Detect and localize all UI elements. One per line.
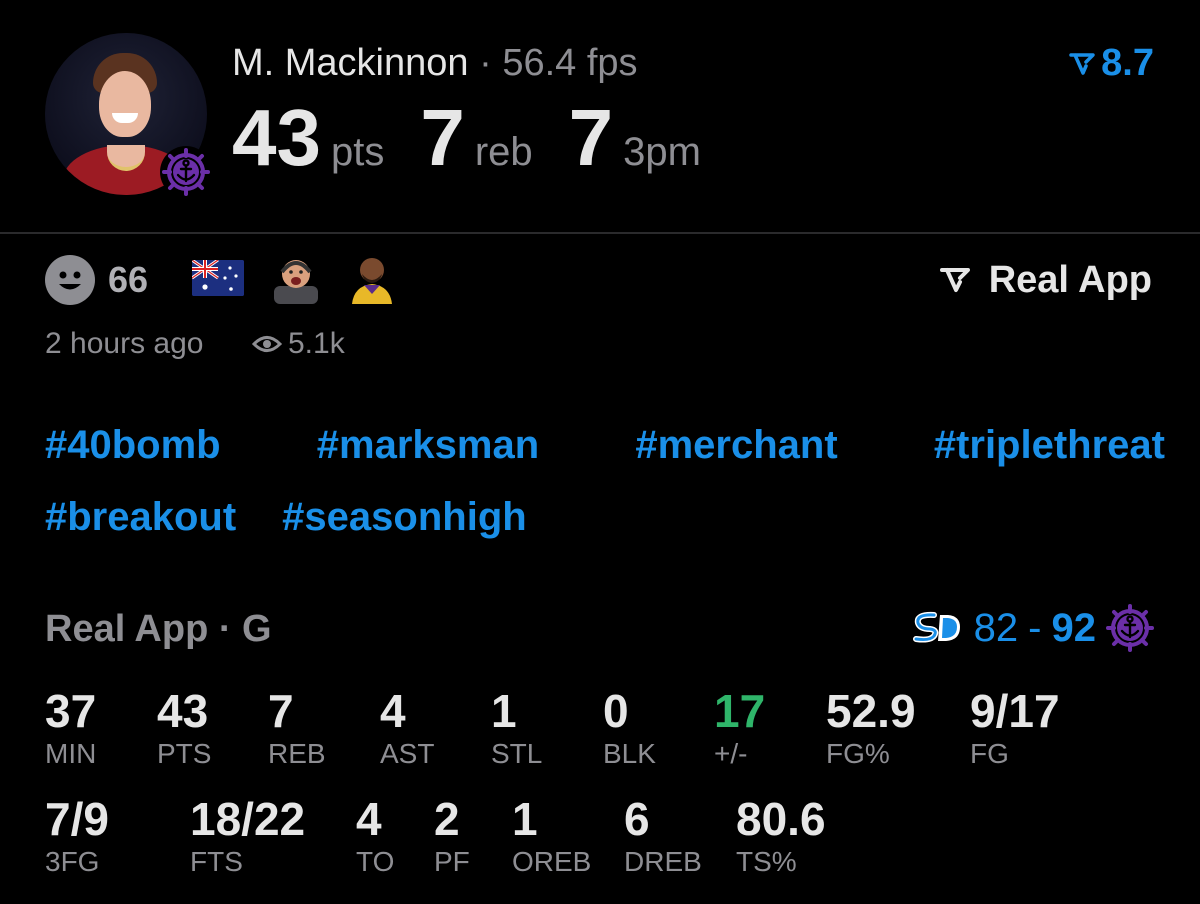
stat-value: 4 — [380, 685, 406, 737]
team-logo-icon — [160, 146, 212, 198]
stat-oreb: 1 OREB — [512, 794, 591, 878]
stat-label: BLK — [603, 738, 656, 769]
stat-value: 43 — [157, 685, 209, 737]
view-count-value: 5.1k — [288, 327, 345, 360]
hashtag[interactable]: #merchant — [635, 416, 837, 474]
san-diego-logo-icon — [912, 611, 960, 643]
game-score[interactable]: 82-92 — [912, 604, 1154, 652]
reaction-player-emoji[interactable] — [344, 252, 400, 304]
stat-value: 1 — [512, 793, 538, 845]
reaction-face-emoji[interactable] — [268, 252, 324, 304]
stat-ts-pct: 80.6 TS% — [736, 794, 826, 878]
stat-value: 9/17 — [970, 685, 1060, 737]
stat-label: DREB — [624, 846, 702, 877]
stat-value: 37 — [45, 685, 97, 737]
team-logo-icon — [1106, 604, 1154, 652]
hashtag[interactable]: #seasonhigh — [282, 488, 527, 546]
rating-badge[interactable]: 8.7 — [1069, 42, 1154, 85]
title-separator: · — [479, 42, 492, 84]
hashtag[interactable]: #40bomb — [45, 416, 221, 474]
stat-label: 3FG — [45, 846, 100, 877]
hashtag-row: #40bomb #marksman #merchant #triplethrea… — [45, 416, 1165, 474]
stat-value: 7 — [268, 685, 294, 737]
header-divider — [0, 232, 1200, 234]
real-app-link[interactable]: Real App — [939, 258, 1152, 302]
stat-pf: 2 PF — [434, 794, 470, 878]
stat-label: FTS — [190, 846, 243, 877]
real-logo-icon — [939, 268, 970, 292]
avatar-face — [99, 71, 151, 137]
stat-label: REB — [268, 738, 326, 769]
highlight-unit: reb — [474, 130, 533, 174]
stat-value: 17 — [714, 685, 766, 737]
post-timestamp: 2 hours ago — [45, 327, 204, 360]
player-title: M. Mackinnon · 56.4 fps — [232, 40, 638, 86]
stat-value: 4 — [356, 793, 382, 845]
stat-to: 4 TO — [356, 794, 394, 878]
rating-value: 8.7 — [1101, 42, 1154, 84]
highlight-value: 7 — [420, 93, 465, 182]
hashtag[interactable]: #breakout — [45, 488, 236, 546]
stat-stl: 1 STL — [491, 686, 542, 770]
stat-pts: 43 PTS — [157, 686, 211, 770]
stat-label: PF — [434, 846, 470, 877]
score-dash: - — [1028, 606, 1042, 650]
hashtag-list: #40bomb #marksman #merchant #triplethrea… — [45, 416, 1165, 560]
australia-flag-icon[interactable] — [192, 260, 244, 296]
home-score: 92 — [1051, 606, 1097, 650]
stat-value: 0 — [603, 685, 629, 737]
stat-value: 1 — [491, 685, 517, 737]
stat-label: FG% — [826, 738, 890, 769]
game-source: Real App · G — [45, 608, 272, 650]
away-score: 82 — [973, 606, 1019, 650]
stat-label: STL — [491, 738, 543, 769]
real-logo-icon — [1069, 52, 1095, 75]
stat-value: 18/22 — [190, 793, 306, 845]
stat-label: FG — [970, 738, 1009, 769]
hashtag[interactable]: #marksman — [317, 416, 539, 474]
stat-fts: 18/22 FTS — [190, 794, 305, 878]
highlight-value: 7 — [568, 93, 614, 182]
stat-blk: 0 BLK — [603, 686, 656, 770]
highlight-stats: 43 pts 7 reb 7 3pm — [232, 96, 737, 203]
reaction-smile-icon[interactable] — [45, 255, 95, 305]
stat-label: +/- — [714, 738, 748, 769]
view-count: 5.1k — [252, 326, 345, 362]
stat-min: 37 MIN — [45, 686, 96, 770]
stat-3fg: 7/9 3FG — [45, 794, 109, 878]
reaction-count: 66 — [108, 259, 149, 300]
eye-icon — [252, 336, 282, 352]
player-name[interactable]: M. Mackinnon — [232, 42, 469, 84]
stat-ast: 4 AST — [380, 686, 434, 770]
stat-label: OREB — [512, 846, 592, 877]
hashtag[interactable]: #triplethreat — [934, 416, 1165, 474]
stat-label: PTS — [157, 738, 212, 769]
stat-value: 7/9 — [45, 793, 109, 845]
stat-label: TS% — [736, 846, 797, 877]
stat-label: MIN — [45, 738, 97, 769]
stat-label: TO — [356, 846, 395, 877]
stat-value: 80.6 — [736, 793, 826, 845]
stat-fg: 9/17 FG — [970, 686, 1060, 770]
highlight-value: 43 — [232, 93, 321, 182]
highlight-unit: pts — [330, 130, 385, 174]
stat-label: AST — [380, 738, 435, 769]
hashtag-row: #breakout #seasonhigh — [45, 488, 1165, 546]
stat-value: 2 — [434, 793, 460, 845]
stat-dreb: 6 DREB — [624, 794, 702, 878]
stat-fg-pct: 52.9 FG% — [826, 686, 916, 770]
stat-value: 6 — [624, 793, 650, 845]
highlight-unit: 3pm — [623, 130, 701, 174]
brand-name: Real App — [988, 259, 1152, 301]
stat-reb: 7 REB — [268, 686, 326, 770]
fantasy-points: 56.4 fps — [502, 42, 638, 84]
stat-plus-minus: 17 +/- — [714, 686, 765, 770]
stat-value: 52.9 — [826, 685, 916, 737]
